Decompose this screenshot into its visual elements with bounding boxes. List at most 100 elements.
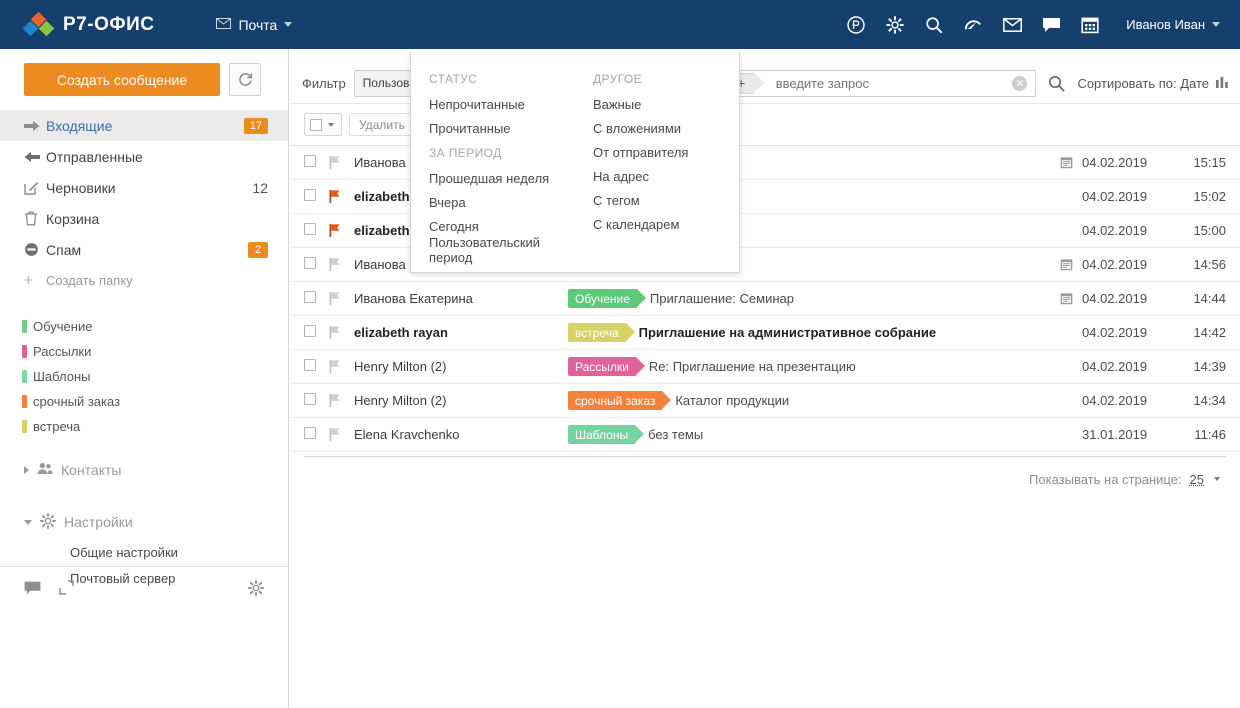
message-subject: без темы	[648, 427, 703, 442]
dropdown-item[interactable]: Непрочитанные	[429, 92, 575, 116]
chat-icon[interactable]	[24, 581, 41, 595]
module-label: Почта	[238, 17, 277, 33]
refresh-button[interactable]	[229, 63, 261, 96]
flag-icon[interactable]	[328, 359, 354, 374]
sidebar-item-inbox[interactable]: Входящие 17	[0, 110, 288, 141]
search-submit-icon[interactable]	[1044, 75, 1069, 92]
calendar-event-icon	[1050, 156, 1082, 169]
table-row[interactable]: elizabeth rayanвстречаПриглашение на адм…	[290, 316, 1240, 350]
dropdown-item[interactable]: От отправителя	[593, 140, 739, 164]
row-checkbox[interactable]	[304, 427, 316, 439]
create-message-button[interactable]: Создать сообщение	[24, 63, 220, 96]
flag-icon[interactable]	[328, 393, 354, 408]
dropdown-item[interactable]: С вложениями	[593, 116, 739, 140]
row-checkbox[interactable]	[304, 155, 316, 167]
row-checkbox[interactable]	[304, 393, 316, 405]
sidebar: Создать сообщение Входящие 17 Отправленн…	[0, 49, 289, 708]
ruble-icon[interactable]	[845, 14, 867, 36]
calendar-event-icon	[1050, 292, 1082, 305]
calendar-icon[interactable]	[1079, 14, 1101, 36]
chevron-down-icon[interactable]	[1214, 477, 1220, 481]
flag-icon[interactable]	[328, 291, 354, 306]
row-checkbox[interactable]	[304, 359, 316, 371]
sidebar-footer	[0, 566, 288, 608]
message-tag[interactable]: срочный заказ	[568, 391, 662, 410]
table-row[interactable]: Иванова ЕкатеринаОбучениеПриглашение: Се…	[290, 282, 1240, 316]
tag-color-swatch	[22, 370, 27, 383]
dropdown-item[interactable]: Прошедшая неделя	[429, 166, 575, 190]
gear-icon[interactable]	[884, 14, 906, 36]
message-tag[interactable]: встреча	[568, 323, 626, 342]
sidebar-item-drafts[interactable]: Черновики 12	[0, 172, 288, 203]
compose-row: Создать сообщение	[0, 49, 288, 96]
sidebar-item-spam[interactable]: Спам 2	[0, 234, 288, 265]
module-switcher-mail[interactable]: Почта	[216, 17, 292, 33]
table-row[interactable]: Elena KravchenkoШаблоныбез темы31.01.201…	[290, 418, 1240, 452]
expand-icon[interactable]	[59, 580, 74, 595]
search-input[interactable]	[774, 75, 1013, 92]
row-checkbox-cell	[304, 393, 328, 408]
sidebar-item-common-settings[interactable]: Общие настройки	[0, 539, 288, 565]
folder-list: Входящие 17 Отправленные Черновики 12 Ко…	[0, 110, 288, 296]
sidebar-item-contacts[interactable]: Контакты	[0, 453, 288, 487]
dropdown-item[interactable]: Пользовательский период	[429, 238, 575, 262]
create-folder-link[interactable]: + Создать папку	[0, 265, 288, 296]
flag-icon[interactable]	[328, 427, 354, 442]
table-row[interactable]: Henry Milton (2)РассылкиRe: Приглашение …	[290, 350, 1240, 384]
dropdown-item[interactable]: На адрес	[593, 164, 739, 188]
message-subject-cell: встреча Приглашение на административное с…	[568, 323, 1050, 342]
search-icon[interactable]	[923, 14, 945, 36]
dropdown-item[interactable]: Прочитанные	[429, 116, 575, 140]
clear-search-icon[interactable]: ✕	[1012, 76, 1027, 91]
top-header-bar: Р7-ОФИС Почта Иванов Иван	[0, 0, 1240, 49]
sidebar-item-label: Входящие	[46, 118, 244, 134]
dropdown-item[interactable]: Важные	[593, 92, 739, 116]
message-sender: Henry Milton (2)	[354, 393, 568, 408]
mail-icon[interactable]	[1001, 14, 1023, 36]
row-checkbox[interactable]	[304, 189, 316, 201]
user-menu[interactable]: Иванов Иван	[1126, 17, 1220, 32]
message-time: 15:00	[1174, 223, 1226, 238]
message-tag[interactable]: Обучение	[568, 289, 637, 308]
message-subject: Приглашение на административное собрание	[639, 325, 936, 340]
chat-icon[interactable]	[1040, 14, 1062, 36]
flag-icon[interactable]	[328, 189, 354, 204]
row-checkbox[interactable]	[304, 291, 316, 303]
chevron-down-icon[interactable]	[328, 123, 334, 127]
dropdown-item[interactable]: С календарем	[593, 212, 739, 236]
message-date: 04.02.2019	[1082, 325, 1174, 340]
gear-icon[interactable]	[248, 580, 264, 596]
row-checkbox[interactable]	[304, 257, 316, 269]
message-tag[interactable]: Шаблоны	[568, 425, 635, 444]
flag-icon[interactable]	[328, 223, 354, 238]
sidebar-tag-obuchenie[interactable]: Обучение	[22, 314, 104, 339]
sidebar-item-trash[interactable]: Корзина	[0, 203, 288, 234]
sidebar-tag-shablony[interactable]: Шаблоны	[22, 364, 104, 389]
flag-icon[interactable]	[328, 325, 354, 340]
gauge-icon[interactable]	[962, 14, 984, 36]
sidebar-tag-vstrecha[interactable]: встреча	[22, 414, 104, 439]
dropdown-item[interactable]: С тегом	[593, 188, 739, 212]
message-subject-cell: РассылкиRe: Приглашение на презентацию	[568, 357, 1050, 376]
table-row[interactable]: Henry Milton (2)срочный заказ Каталог про…	[290, 384, 1240, 418]
message-subject: Каталог продукции	[675, 393, 789, 408]
message-time: 14:34	[1174, 393, 1226, 408]
row-checkbox[interactable]	[304, 325, 316, 337]
dropdown-item[interactable]: Вчера	[429, 190, 575, 214]
sidebar-tag-srochny-zakaz[interactable]: срочный заказ	[22, 389, 152, 414]
sidebar-tag-rassylki[interactable]: Рассылки	[22, 339, 152, 364]
select-all-checkbox[interactable]	[310, 119, 322, 131]
sidebar-item-settings[interactable]: Настройки	[0, 505, 288, 539]
flag-icon[interactable]	[328, 257, 354, 272]
row-checkbox[interactable]	[304, 223, 316, 235]
user-name-label: Иванов Иван	[1126, 17, 1205, 32]
sidebar-item-sent[interactable]: Отправленные	[0, 141, 288, 172]
page-size-value[interactable]: 25	[1190, 472, 1204, 487]
sort-by-control[interactable]: Сортировать по: Дате	[1077, 76, 1230, 91]
message-tag[interactable]: Рассылки	[568, 357, 636, 376]
delete-button[interactable]: Удалить	[349, 113, 415, 136]
chevron-down-icon	[24, 520, 32, 525]
brand-logo[interactable]: Р7-ОФИС	[24, 13, 154, 37]
select-all-dropdown[interactable]	[304, 113, 342, 136]
flag-icon[interactable]	[328, 155, 354, 170]
